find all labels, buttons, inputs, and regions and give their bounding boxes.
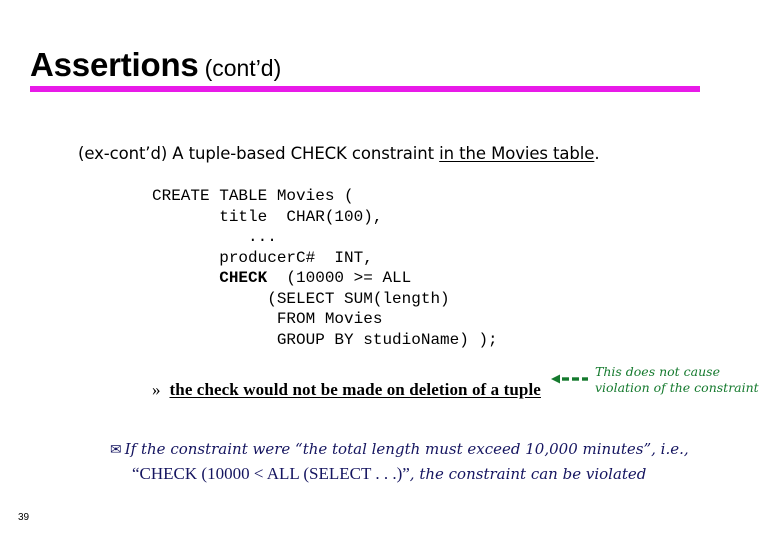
bullet-row: » the check would not be made on deletio…	[152, 380, 541, 400]
footnote-line-1-lead: If the constraint were	[124, 440, 296, 458]
footnote-quote-open: “	[132, 464, 140, 483]
footnote-line-1-quote: “the total length must exceed 10,000 min…	[295, 440, 652, 458]
slide-canvas: Assertions (cont’d) (ex-cont’d) A tuple-b…	[0, 0, 780, 540]
dashed-left-arrow-icon	[551, 372, 589, 390]
title-main-text: Assertions	[30, 46, 199, 83]
footnote-line-2: “CHECK (10000 < ALL (SELECT . . .)”, the…	[110, 462, 710, 486]
footnote-line-2-tail: , the constraint can be violated	[409, 465, 647, 483]
footnote-line-1: ✉ If the constraint were “the total lengt…	[110, 438, 710, 462]
caption-tail-text: .	[594, 144, 600, 163]
title-line: Assertions (cont’d)	[30, 48, 730, 81]
green-annotation: This does not cause violation of the con…	[551, 364, 759, 396]
caption-plain-text: (ex-cont’d) A tuple-based CHECK constrai…	[78, 144, 440, 163]
annotation-line-2: violation of the constraint	[595, 380, 759, 395]
caption-line: (ex-cont’d) A tuple-based CHECK constrai…	[78, 144, 718, 163]
page-number: 39	[18, 512, 30, 523]
sql-code-block: CREATE TABLE Movies ( title CHAR(100), .…	[152, 186, 498, 350]
code-line-6: (SELECT SUM(length)	[152, 289, 450, 308]
double-chevron-bullet-icon: »	[152, 380, 161, 399]
code-line-3: ...	[152, 228, 277, 246]
caption-underlined-text: in the Movies table	[439, 144, 595, 163]
footnote-line-1-tail: , i.e.,	[651, 440, 689, 458]
code-line-4: producerC# INT,	[152, 248, 373, 267]
code-line-7: FROM Movies	[152, 310, 383, 328]
code-line-2: title CHAR(100),	[152, 207, 383, 226]
footnote-block: ✉ If the constraint were “the total lengt…	[110, 438, 710, 486]
footnote-quote-close: ”	[402, 464, 410, 483]
envelope-icon: ✉	[110, 442, 122, 458]
page-title: Assertions (cont’d)	[30, 48, 730, 81]
title-sub-text: (cont’d)	[204, 55, 282, 81]
code-line-5-rest: (10000 >= ALL	[267, 269, 412, 287]
title-divider-rule	[30, 86, 700, 92]
code-line-8: GROUP BY studioName) );	[152, 330, 498, 349]
annotation-text: This does not cause violation of the con…	[595, 364, 759, 396]
code-line-1: CREATE TABLE Movies (	[152, 187, 354, 205]
bullet-text: the check would not be made on deletion …	[169, 380, 541, 399]
annotation-line-1: This does not cause	[595, 364, 720, 379]
footnote-inline-code: CHECK (10000 < ALL (SELECT . . .)	[139, 464, 403, 483]
code-keyword-check: CHECK	[152, 269, 268, 287]
